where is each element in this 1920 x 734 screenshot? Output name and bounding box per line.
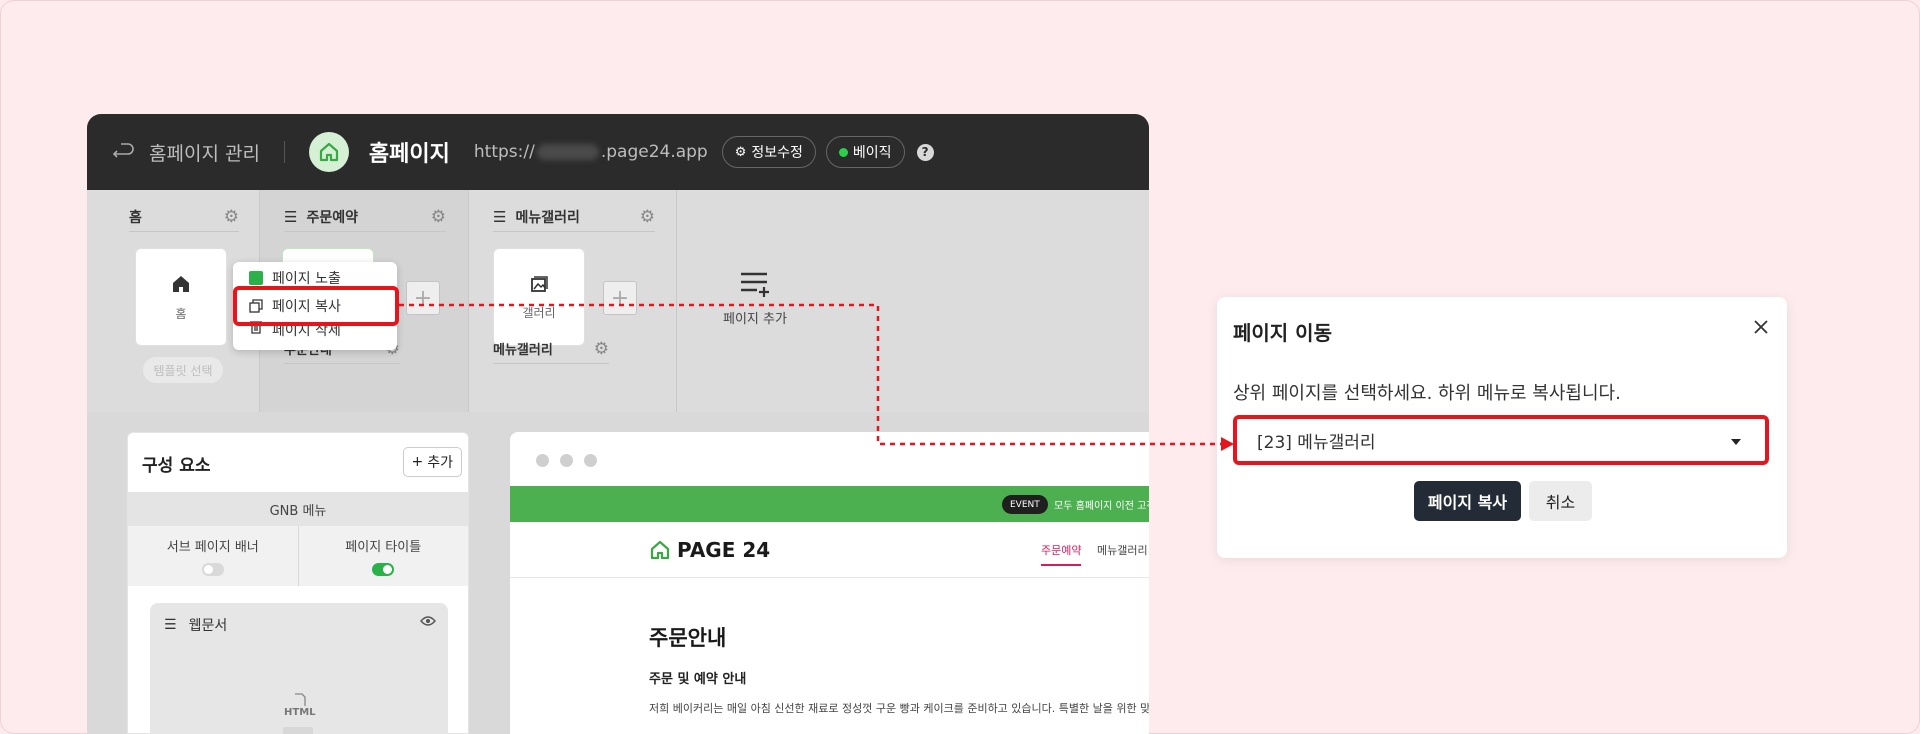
gear-icon[interactable]: ⚙ bbox=[594, 339, 609, 359]
checkbox-icon bbox=[249, 271, 263, 285]
add-component-label: 추가 bbox=[427, 455, 453, 471]
column-title: 홈 bbox=[129, 209, 142, 226]
add-subpage-button[interactable]: + bbox=[603, 281, 637, 315]
html-file-icon: HTML bbox=[284, 693, 316, 718]
sub-banner-label: 서브 페이지 배너 bbox=[166, 540, 259, 555]
logo-text: PAGE 24 bbox=[677, 538, 771, 562]
page-card-gallery[interactable]: 갤러리 bbox=[493, 248, 585, 346]
components-panel: 구성 요소 + 추가 GNB 메뉴 서브 페이지 배너 페이지 타이틀 ☰ 웹문… bbox=[127, 432, 469, 734]
webdoc-header: ☰ 웹문서 bbox=[164, 615, 227, 635]
window-dots bbox=[536, 454, 597, 467]
add-list-icon bbox=[740, 272, 769, 297]
gallery-icon bbox=[531, 275, 548, 292]
site-url[interactable]: https:// .page24.app bbox=[474, 142, 708, 162]
dialog-description: 상위 페이지를 선택하세요. 하위 메뉴로 복사됩니다. bbox=[1233, 383, 1621, 404]
column-header-home: 홈 ⚙ bbox=[129, 202, 239, 232]
gear-icon: ⚙ bbox=[734, 144, 747, 160]
house-logo-icon bbox=[650, 540, 670, 560]
menu-item-show-page[interactable]: 페이지 노출 bbox=[249, 270, 341, 286]
divider bbox=[283, 141, 285, 163]
plus-icon: + bbox=[411, 454, 424, 470]
status-dot-icon bbox=[838, 147, 848, 157]
template-select-button[interactable]: 템플릿 선택 bbox=[143, 357, 223, 383]
drag-handle-icon[interactable]: ☰ bbox=[164, 617, 177, 633]
parent-page-select[interactable]: [23] 메뉴갤러리 bbox=[1233, 415, 1769, 465]
cancel-button[interactable]: 취소 bbox=[1529, 481, 1592, 521]
nav-item-order[interactable]: 주문예약 bbox=[1041, 542, 1082, 566]
column-header-order: ☰ 주문예약 ⚙ bbox=[284, 202, 446, 232]
event-badge: EVENT bbox=[1002, 495, 1048, 514]
highlight-copy-page bbox=[233, 286, 399, 326]
edit-info-label: 정보수정 bbox=[751, 145, 803, 161]
gear-icon[interactable]: ⚙ bbox=[640, 207, 655, 227]
page-title-setting: 페이지 타이틀 bbox=[297, 526, 469, 586]
tree-column-gallery: ☰ 메뉴갤러리 ⚙ 갤러리 + 메뉴갤러리 ⚙ bbox=[469, 190, 677, 412]
homepage-manage-link[interactable]: 홈페이지 관리 bbox=[149, 139, 260, 166]
html-label: HTML bbox=[284, 707, 316, 718]
event-banner[interactable]: EVENT 모두 홈페이지 이전 고객 bbox=[510, 486, 1149, 522]
card-label: 갤러리 bbox=[522, 305, 556, 320]
components-title: 구성 요소 bbox=[142, 456, 211, 476]
home-icon bbox=[173, 275, 189, 292]
selected-value: [23] 메뉴갤러리 bbox=[1257, 432, 1376, 453]
card-label: 홈 bbox=[175, 306, 187, 321]
drag-handle-icon[interactable]: ☰ bbox=[493, 208, 506, 226]
edit-info-button[interactable]: ⚙ 정보수정 bbox=[721, 136, 816, 168]
copy-page-button[interactable]: 페이지 복사 bbox=[1414, 481, 1521, 521]
webdoc-block[interactable]: ☰ 웹문서 HTML bbox=[150, 603, 448, 734]
add-page-label: 페이지 추가 bbox=[723, 312, 787, 327]
help-icon[interactable]: ? bbox=[916, 143, 934, 161]
column-title: 주문예약 bbox=[306, 209, 358, 226]
sub-banner-setting: 서브 페이지 배너 bbox=[128, 526, 298, 586]
url-prefix: https:// bbox=[473, 142, 535, 162]
add-page-button[interactable]: 페이지 추가 bbox=[723, 270, 787, 327]
subpage-title: 메뉴갤러리 bbox=[493, 343, 553, 358]
add-subpage-button[interactable]: + bbox=[406, 281, 440, 315]
page-title-label: 페이지 타이틀 bbox=[345, 540, 422, 555]
eye-icon[interactable] bbox=[420, 615, 436, 631]
page-move-dialog: 페이지 이동 상위 페이지를 선택하세요. 하위 메뉴로 복사됩니다. [23]… bbox=[1217, 297, 1787, 558]
gear-icon[interactable]: ⚙ bbox=[224, 207, 239, 227]
preview-subheading: 주문 및 예약 안내 bbox=[649, 672, 747, 687]
preview-paragraph: 저희 베이커리는 매일 아침 신선한 재료로 정성껏 구운 빵과 케이크를 준비… bbox=[649, 702, 1149, 715]
add-component-button[interactable]: + 추가 bbox=[402, 447, 462, 477]
plan-badge[interactable]: 베이직 bbox=[825, 136, 905, 168]
site-preview: EVENT 모두 홈페이지 이전 고객 PAGE 24 주문예약 메뉴갤러리 주… bbox=[510, 432, 1149, 734]
chevron-down-icon bbox=[1731, 439, 1741, 445]
editor-window: 홈페이지 관리 홈페이지 https:// .page24.app ⚙ 정보수정… bbox=[87, 114, 1149, 734]
menu-item-label: 페이지 노출 bbox=[272, 271, 341, 286]
url-blurred-part bbox=[536, 144, 599, 160]
site-logo-icon bbox=[308, 132, 349, 172]
nav-item-gallery[interactable]: 메뉴갤러리 bbox=[1097, 542, 1148, 558]
dialog-title: 페이지 이동 bbox=[1233, 321, 1332, 345]
subpage-gallery[interactable]: 메뉴갤러리 ⚙ bbox=[493, 334, 609, 364]
url-suffix: .page24.app bbox=[600, 142, 708, 162]
webdoc-label: 웹문서 bbox=[188, 618, 228, 634]
back-arrow-icon[interactable] bbox=[111, 139, 137, 165]
close-icon[interactable] bbox=[1749, 315, 1773, 339]
site-title: 홈페이지 bbox=[368, 142, 450, 167]
toggle-row: 서브 페이지 배너 페이지 타이틀 bbox=[128, 526, 468, 586]
sub-banner-toggle[interactable] bbox=[201, 563, 224, 576]
drag-handle-icon[interactable]: ☰ bbox=[284, 208, 297, 226]
plan-label: 베이직 bbox=[852, 145, 892, 161]
preview-heading: 주문안내 bbox=[649, 626, 727, 650]
column-header-gallery: ☰ 메뉴갤러리 ⚙ bbox=[493, 202, 655, 232]
site-logo[interactable]: PAGE 24 bbox=[649, 538, 770, 562]
column-title: 메뉴갤러리 bbox=[515, 209, 580, 226]
page-title-toggle[interactable] bbox=[372, 563, 395, 576]
gnb-menu-row[interactable]: GNB 메뉴 bbox=[128, 492, 468, 526]
top-bar: 홈페이지 관리 홈페이지 https:// .page24.app ⚙ 정보수정… bbox=[87, 114, 1149, 190]
gear-icon[interactable]: ⚙ bbox=[431, 207, 446, 227]
html-caption-placeholder bbox=[283, 727, 313, 734]
page-card-home[interactable]: 홈 bbox=[135, 248, 227, 346]
site-navigation: PAGE 24 주문예약 메뉴갤러리 bbox=[510, 522, 1149, 578]
event-banner-text: 모두 홈페이지 이전 고객 bbox=[1054, 501, 1149, 512]
